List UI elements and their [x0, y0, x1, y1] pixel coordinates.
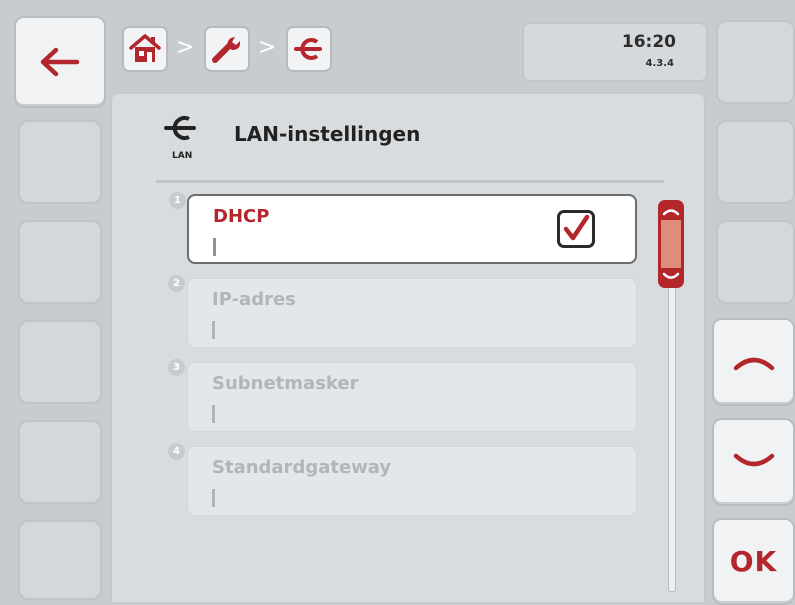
software-version: 4.3.4	[645, 58, 674, 69]
text-cursor	[212, 321, 215, 339]
left-softkey-6[interactable]	[18, 520, 102, 600]
breadcrumb-lan[interactable]	[286, 26, 332, 72]
item-number: 3	[168, 359, 185, 376]
item-number: 2	[168, 275, 185, 292]
left-softkey-3[interactable]	[18, 220, 102, 304]
item-label: Standardgateway	[212, 457, 392, 478]
scrollbar-thumb-fill	[661, 220, 681, 268]
lan-caption: LAN	[172, 151, 193, 161]
right-softkey-2[interactable]	[716, 120, 795, 204]
content-panel: LAN LAN-instellingen 1 DHCP 2 IP-adres 3…	[110, 92, 706, 604]
left-softkey-4[interactable]	[18, 320, 102, 404]
right-softkey-1[interactable]	[716, 20, 795, 104]
back-button[interactable]	[14, 16, 106, 108]
item-number: 1	[169, 192, 186, 209]
divider	[156, 180, 664, 183]
lan-icon	[164, 116, 196, 140]
item-label: Subnetmasker	[212, 373, 359, 394]
scrollbar-thumb[interactable]	[658, 200, 684, 288]
scroll-down-button[interactable]	[712, 418, 795, 506]
text-cursor	[213, 238, 216, 256]
wrench-icon	[212, 37, 241, 63]
breadcrumb-separator: >	[176, 35, 195, 60]
scroll-up-button[interactable]	[712, 318, 795, 406]
breadcrumb-separator: >	[258, 35, 277, 60]
home-icon	[129, 34, 161, 62]
item-number: 4	[168, 443, 185, 460]
breadcrumb-home[interactable]	[122, 26, 168, 72]
left-softkey-5[interactable]	[18, 420, 102, 504]
item-label: DHCP	[213, 206, 270, 227]
chevron-down-icon	[662, 272, 680, 279]
list-item-dhcp[interactable]: 1 DHCP	[169, 192, 637, 264]
dhcp-checkbox[interactable]	[557, 210, 595, 248]
status-display: 16:20 4.3.4	[522, 22, 708, 82]
chevron-down-icon	[733, 453, 774, 467]
list-item-ip-address[interactable]: 2 IP-adres	[168, 275, 637, 348]
page-title: LAN-instellingen	[234, 122, 421, 146]
list-item-subnet-mask[interactable]: 3 Subnetmasker	[168, 359, 637, 432]
ok-button-label: OK	[729, 545, 778, 578]
chevron-up-icon	[733, 357, 774, 371]
checkmark-icon	[563, 214, 590, 241]
list-item-default-gateway[interactable]: 4 Standardgateway	[168, 443, 637, 516]
app-frame: OK > > 16:20 4.3.4 LAN LAN-instellingen …	[0, 0, 795, 605]
breadcrumb-service[interactable]	[204, 26, 250, 72]
right-softkey-3[interactable]	[716, 220, 795, 304]
chevron-up-icon	[662, 209, 680, 216]
item-label: IP-adres	[212, 289, 296, 310]
text-cursor	[212, 489, 215, 507]
clock-time: 16:20	[621, 32, 676, 52]
top-bar: > > 16:20 4.3.4	[112, 20, 708, 82]
left-softkey-2[interactable]	[18, 120, 102, 204]
lan-icon	[294, 38, 322, 60]
arrow-left-icon	[40, 47, 80, 77]
ok-button[interactable]: OK	[712, 518, 795, 605]
text-cursor	[212, 405, 215, 423]
